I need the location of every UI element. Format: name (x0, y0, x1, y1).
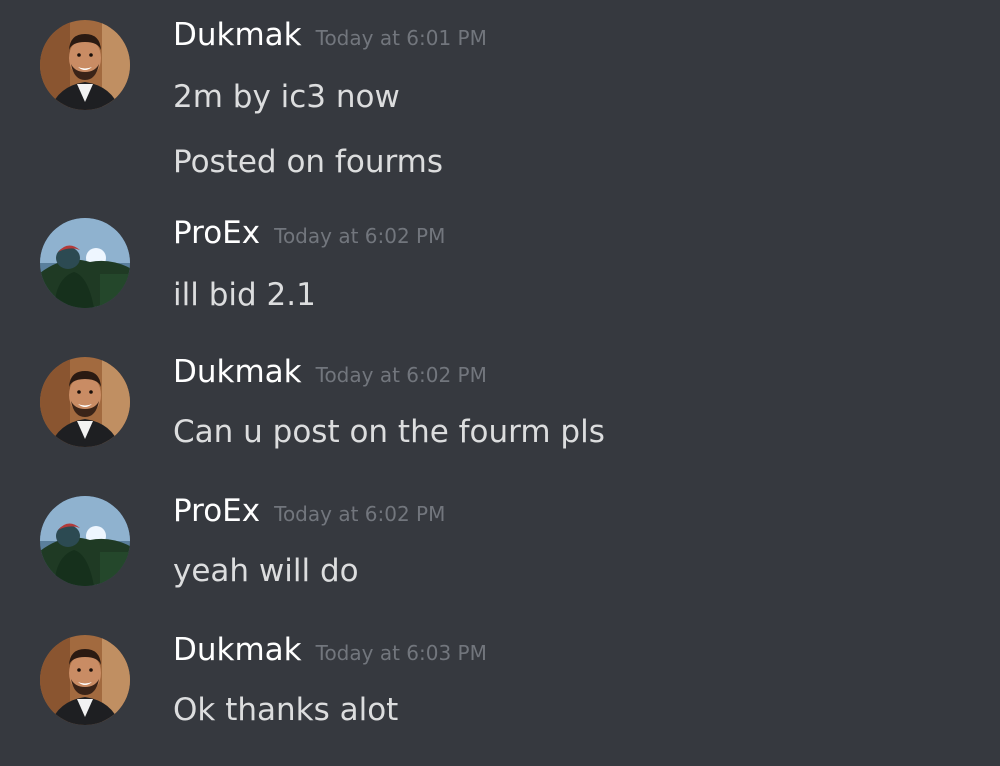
timestamp: Today at 6:02 PM (274, 502, 446, 526)
message-text: yeah will do (173, 553, 359, 589)
message-text: Posted on fourms (173, 144, 444, 180)
dukmak-avatar-icon (40, 357, 130, 447)
message-text: Can u post on the fourm pls (173, 414, 605, 450)
dukmak-avatar-icon (40, 20, 130, 110)
message-header: ProEx Today at 6:02 PM (173, 213, 445, 253)
username[interactable]: ProEx (173, 493, 260, 529)
message-header: Dukmak Today at 6:03 PM (173, 630, 487, 670)
chat-messages: Dukmak Today at 6:01 PM 2m by ic3 now Pos… (0, 0, 1000, 766)
timestamp: Today at 6:03 PM (315, 641, 487, 665)
username[interactable]: Dukmak (173, 17, 302, 53)
avatar[interactable] (40, 635, 130, 725)
timestamp: Today at 6:02 PM (315, 363, 487, 387)
message-text: Ok thanks alot (173, 692, 399, 728)
message-header: Dukmak Today at 6:01 PM (173, 15, 487, 55)
proex-avatar-icon (40, 218, 130, 308)
avatar[interactable] (40, 357, 130, 447)
timestamp: Today at 6:01 PM (315, 26, 487, 50)
username[interactable]: Dukmak (173, 354, 302, 390)
avatar[interactable] (40, 496, 130, 586)
message-header: Dukmak Today at 6:02 PM (173, 352, 487, 392)
avatar[interactable] (40, 218, 130, 308)
timestamp: Today at 6:02 PM (274, 224, 446, 248)
dukmak-avatar-icon (40, 635, 130, 725)
username[interactable]: ProEx (173, 215, 260, 251)
message-text: 2m by ic3 now (173, 79, 400, 115)
message-header: ProEx Today at 6:02 PM (173, 491, 445, 531)
username[interactable]: Dukmak (173, 632, 302, 668)
message-text: ill bid 2.1 (173, 277, 316, 313)
avatar[interactable] (40, 20, 130, 110)
proex-avatar-icon (40, 496, 130, 586)
